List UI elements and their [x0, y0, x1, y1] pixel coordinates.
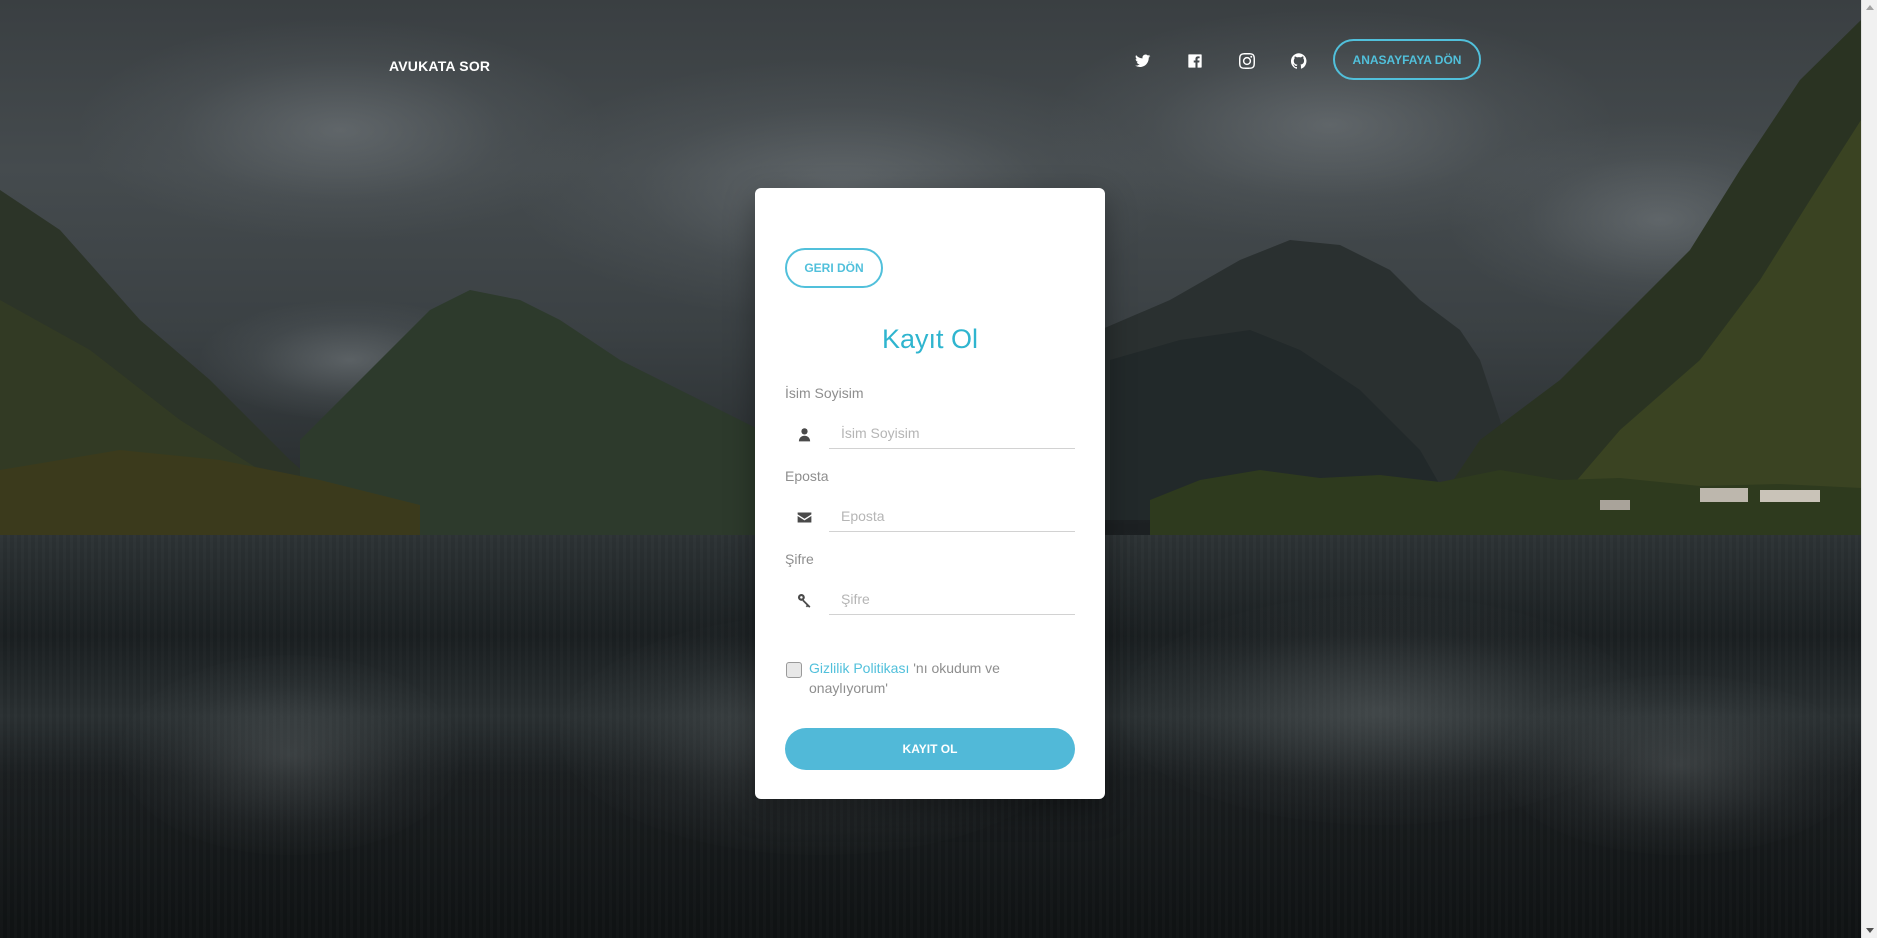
- user-icon: [795, 425, 813, 443]
- name-input[interactable]: [829, 417, 1075, 449]
- register-button[interactable]: KAYIT OL: [785, 728, 1075, 770]
- facebook-square-icon[interactable]: [1184, 50, 1206, 72]
- name-label: İsim Soyisim: [785, 385, 864, 401]
- key-icon: [795, 591, 813, 609]
- github-icon[interactable]: [1288, 50, 1310, 72]
- terms-text: Gizlilik Politikası 'nı okudum ve onaylı…: [809, 658, 1039, 698]
- top-navbar: AVUKATA SOR ANASAYFAYA DÖN: [0, 0, 1861, 120]
- email-input[interactable]: [829, 500, 1075, 532]
- email-label: Eposta: [785, 468, 829, 484]
- home-button[interactable]: ANASAYFAYA DÖN: [1333, 39, 1481, 80]
- password-input[interactable]: [829, 583, 1075, 615]
- password-label: Şifre: [785, 551, 814, 567]
- page-title: Kayıt Ol: [881, 324, 979, 354]
- instagram-icon[interactable]: [1236, 50, 1258, 72]
- scroll-up-arrow-icon[interactable]: [1866, 5, 1874, 10]
- back-button[interactable]: GERI DÖN: [785, 248, 883, 288]
- terms-checkbox[interactable]: [786, 662, 802, 678]
- twitter-icon[interactable]: [1132, 50, 1154, 72]
- brand-link[interactable]: AVUKATA SOR: [389, 58, 490, 74]
- page-scrollbar[interactable]: [1861, 0, 1877, 938]
- register-card: GERI DÖN Kayıt Ol İsim Soyisim Eposta Şi…: [755, 188, 1105, 799]
- envelope-icon: [795, 508, 813, 526]
- scroll-down-arrow-icon[interactable]: [1866, 928, 1874, 933]
- privacy-policy-link[interactable]: Gizlilik Politikası: [809, 660, 909, 676]
